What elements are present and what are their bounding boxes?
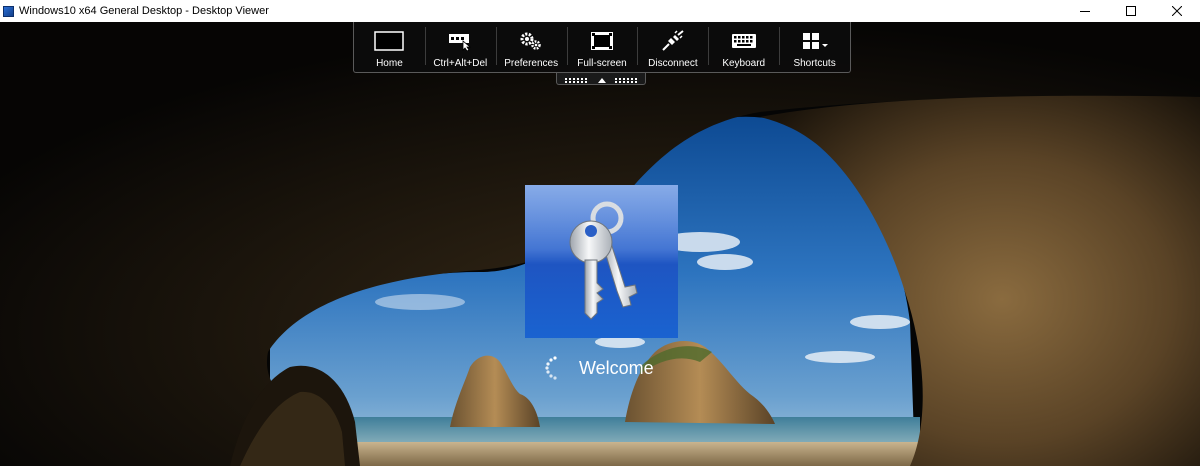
- window-title-bar[interactable]: Windows10 x64 General Desktop - Desktop …: [0, 0, 1200, 22]
- ctrl-alt-del-label: Ctrl+Alt+Del: [433, 58, 488, 69]
- maximize-button[interactable]: [1108, 0, 1154, 22]
- minimize-button[interactable]: [1062, 0, 1108, 22]
- home-label: Home: [376, 58, 403, 69]
- shortcuts-button[interactable]: Shortcuts: [779, 22, 850, 72]
- window-controls: [1062, 0, 1200, 22]
- gears-icon: [520, 32, 541, 50]
- viewer-toolbar: Home Ctrl+Alt+Del Preferences Full-scree…: [353, 22, 851, 73]
- welcome-text: Welcome: [579, 357, 654, 378]
- close-button[interactable]: [1154, 0, 1200, 22]
- minimize-icon: [1080, 11, 1090, 12]
- remote-desktop[interactable]: Welcome Home Ctrl+Alt+Del Preferences Fu…: [0, 22, 1200, 466]
- user-account-tile: [525, 185, 678, 338]
- keyboard-label: Keyboard: [722, 58, 766, 69]
- home-icon: [374, 31, 405, 51]
- plug-icon: [662, 30, 684, 51]
- loading-spinner-icon: [545, 356, 557, 380]
- keyboard-icon: [731, 34, 756, 48]
- collapse-arrow-icon: [565, 78, 637, 83]
- close-icon: [1172, 6, 1182, 16]
- keys-icon: [525, 185, 678, 320]
- ctrl-alt-del-icon: [449, 34, 472, 51]
- login-status: Welcome: [545, 356, 654, 380]
- home-button[interactable]: Home: [354, 22, 425, 72]
- preferences-label: Preferences: [504, 58, 559, 69]
- maximize-icon: [1126, 6, 1136, 16]
- window-title: Windows10 x64 General Desktop - Desktop …: [19, 5, 269, 17]
- grid-icon: [802, 33, 828, 49]
- fullscreen-button[interactable]: Full-screen: [566, 22, 638, 72]
- ctrl-alt-del-button[interactable]: Ctrl+Alt+Del: [424, 22, 496, 72]
- disconnect-label: Disconnect: [648, 58, 698, 69]
- fullscreen-icon: [591, 32, 613, 50]
- app-icon: [3, 5, 14, 17]
- fullscreen-label: Full-screen: [577, 58, 627, 69]
- preferences-button[interactable]: Preferences: [495, 22, 567, 72]
- shortcuts-label: Shortcuts: [793, 58, 836, 69]
- keyboard-button[interactable]: Keyboard: [708, 22, 779, 72]
- toolbar-collapse-handle[interactable]: [556, 73, 646, 85]
- disconnect-button[interactable]: Disconnect: [637, 22, 708, 72]
